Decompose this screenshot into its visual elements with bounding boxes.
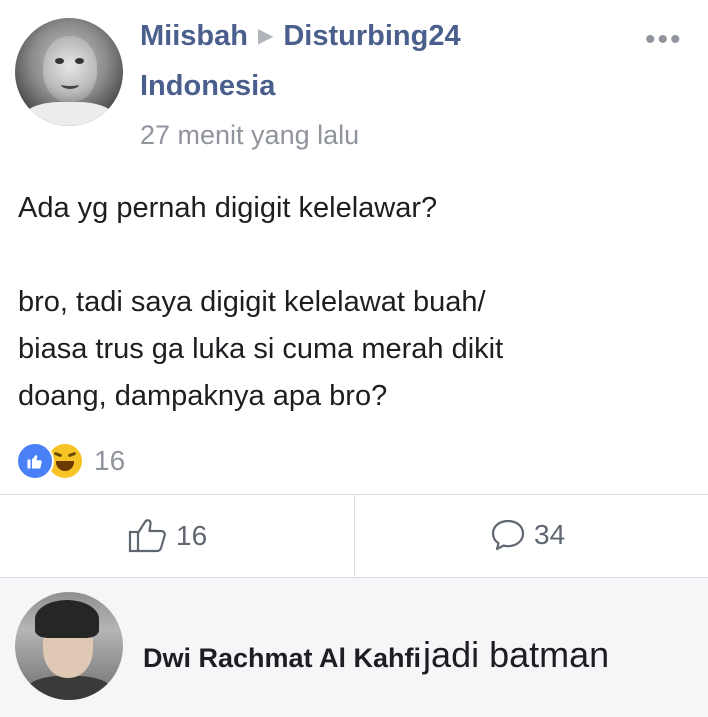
like-reaction-icon (16, 442, 54, 480)
avatar-eye (75, 58, 84, 64)
post-header-line: Miisbah ▶ Disturbing24 (140, 20, 461, 53)
avatar-hair (35, 600, 99, 638)
avatar-mouth (61, 80, 79, 89)
avatar-shirt (23, 102, 115, 126)
author-name-link[interactable]: Miisbah (140, 20, 248, 52)
post-text-line: doang, dampaknya apa bro? (18, 380, 388, 412)
comment-text: jadi batman (423, 634, 610, 675)
thumbs-up-glyph (27, 455, 42, 469)
post-text-line: bro, tadi saya digigit kelelawat buah/ (18, 286, 486, 318)
comment-bubble-icon (491, 519, 525, 551)
reaction-summary[interactable]: 16 (16, 442, 126, 480)
divider (354, 495, 355, 577)
thumbs-up-icon (128, 519, 166, 553)
post-text-line: Ada yg pernah digigit kelelawar? (18, 192, 438, 224)
comment-button[interactable]: 34 (490, 518, 565, 552)
post-timestamp[interactable]: 27 menit yang lalu (140, 120, 359, 151)
group-name-link[interactable]: Disturbing24 (283, 20, 460, 52)
right-triangle-arrow-icon: ▶ (257, 25, 274, 47)
haha-mouth (56, 461, 74, 471)
reaction-count: 16 (94, 445, 126, 476)
post-body: Ada yg pernah digigit kelelawar? bro, ta… (18, 185, 688, 420)
avatar-shirt (25, 676, 113, 700)
post-card: Miisbah ▶ Disturbing24 Indonesia 27 menit … (0, 0, 708, 578)
commenter-avatar[interactable] (15, 592, 123, 700)
comment-count: 34 (534, 519, 566, 550)
more-dots-icon[interactable]: ••• (645, 25, 683, 55)
post-text-line: biasa trus ga luka si cuma merah dikit (18, 333, 504, 365)
avatar-face (43, 36, 97, 102)
comment-section: Dwi Rachmat Al Kahfi jadi batman (0, 578, 708, 717)
author-avatar[interactable] (15, 18, 123, 126)
haha-eye (67, 451, 77, 458)
comment-line: Dwi Rachmat Al Kahfi jadi batman (143, 634, 609, 676)
like-button[interactable]: 16 (128, 518, 207, 554)
commenter-name-link[interactable]: Dwi Rachmat Al Kahfi (143, 643, 421, 674)
group-name-continued[interactable]: Indonesia (140, 70, 275, 103)
avatar-eye (55, 58, 64, 64)
like-count: 16 (176, 520, 208, 551)
haha-eye (53, 451, 63, 458)
